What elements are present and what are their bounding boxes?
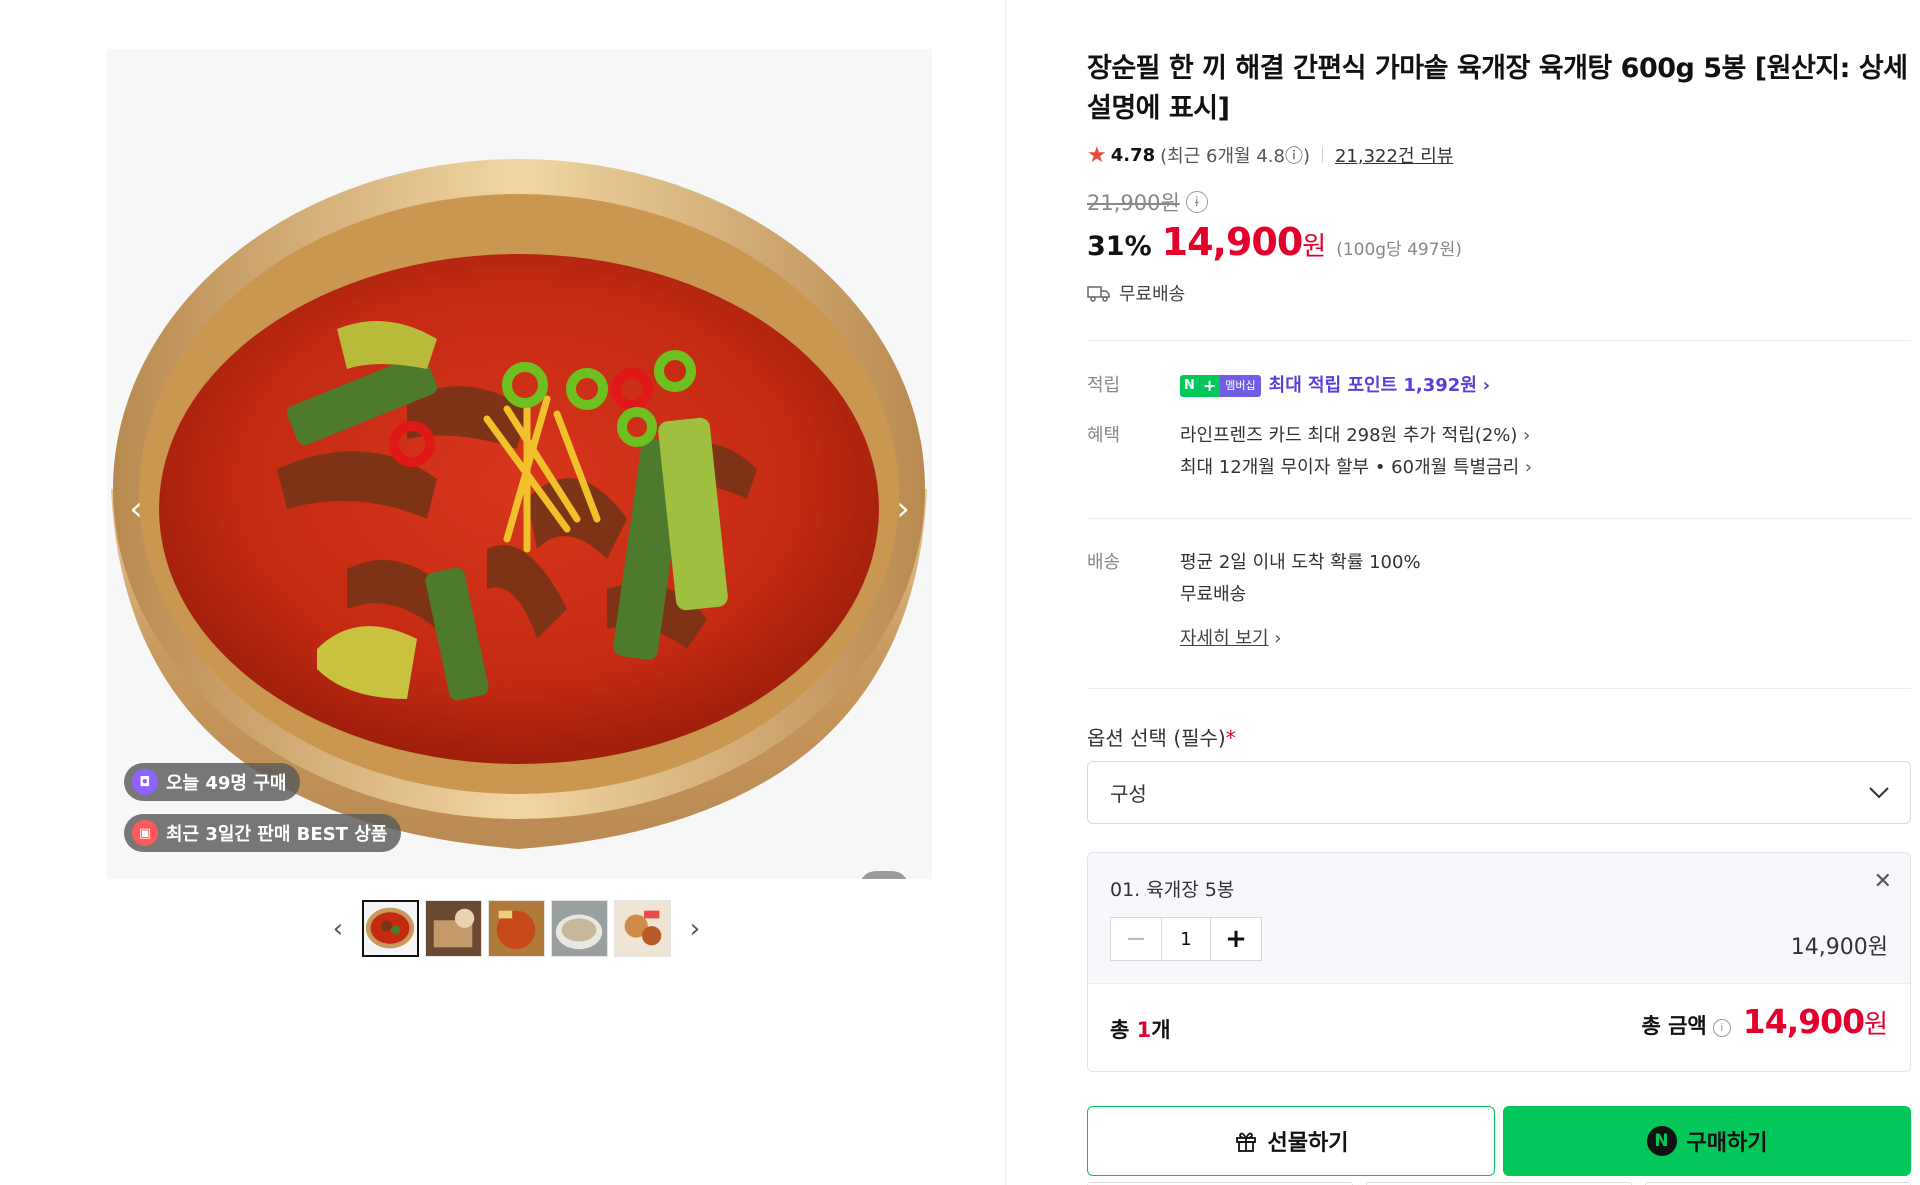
close-icon[interactable]: ✕ [1874,869,1892,894]
original-price-value: 21,900원 [1087,191,1180,215]
thumbnail-1[interactable] [362,900,419,957]
best-seller-badge: ▣ 최근 3일간 판매 BEST 상품 [124,814,402,852]
gift-box-icon: ▣ [132,820,158,846]
yukgaejang-bowl-image [107,49,932,879]
selected-option-item: 01. 육개장 5봉 ✕ − 1 + 14,900원 [1088,853,1910,983]
rating-divider [1321,147,1323,163]
delivery-detail-link[interactable]: 자세히 보기 › [1180,623,1421,655]
discount-rate: 31% [1087,231,1152,262]
thumbnail-food-image [552,901,607,956]
thumbnail-4[interactable] [551,900,608,957]
gift-button-label: 선물하기 [1267,1131,1349,1156]
main-product-image[interactable]: ‹ › ◘ 오늘 49명 구매 ▣ 최근 3일간 판매 BEST 상품 1 / … [107,49,932,879]
divider [1087,340,1911,341]
sale-price: 14,900 [1161,220,1304,264]
option-select[interactable]: 구성 [1087,761,1911,824]
star-icon: ★ [1087,142,1107,168]
points-label: 적립 [1087,375,1121,396]
delivery-row: 배송 평균 2일 이내 도착 확률 100% 무료배송 자세히 보기 › [1087,547,1421,655]
today-purchase-text: 오늘 49명 구매 [166,773,287,794]
divider [1087,688,1911,689]
installment-perk-link[interactable]: 최대 12개월 무이자 할부 • 60개월 특별금리 › [1180,452,1532,484]
total-amount-value: 14,900 [1742,1002,1865,1041]
product-title: 장순필 한 끼 해결 간편식 가마솥 육개장 육개탕 600g 5봉 [원산지:… [1087,53,1908,124]
total-row: 총 1개 총 금액 i 14,900 원 [1088,983,1910,1071]
total-amount-label: 총 금액 [1641,1014,1707,1038]
gift-button[interactable]: 선물하기 [1087,1106,1495,1176]
total-count: 총 1개 [1110,1018,1171,1042]
points-row: 적립 N + 멤버십 최대 적립 포인트 1,392원 › [1087,370,1490,402]
chevron-down-icon [1869,786,1889,798]
review-count-link[interactable]: 21,322건 리뷰 [1335,142,1453,168]
increase-button[interactable]: + [1211,918,1261,960]
today-purchase-badge: ◘ 오늘 49명 구매 [124,763,301,801]
sale-price-row: 31% 14,900 원 (100g당 497원) [1087,220,1462,264]
card-perk-link[interactable]: 라인프렌즈 카드 최대 298원 추가 적립(2%) › [1180,420,1532,452]
rating-row: ★ 4.78 (최근 6개월 4.8ⓘ) 21,322건 리뷰 [1087,142,1453,168]
info-icon[interactable]: i [1185,191,1208,213]
perks-label: 혜택 [1087,425,1121,446]
delivery-fee: 무료배송 [1180,584,1247,605]
info-icon[interactable]: i [1712,1018,1731,1037]
points-value: N + 멤버십 최대 적립 포인트 1,392원 › [1180,370,1490,402]
truck-icon [1087,286,1110,302]
perks-row: 혜택 라인프렌즈 카드 최대 298원 추가 적립(2%) › 최대 12개월 … [1087,420,1532,484]
thumbnail-food-image [615,901,670,956]
thumbnail-2[interactable] [425,900,482,957]
image-prev-arrow-icon[interactable]: ‹ [121,489,151,529]
sale-price-unit: 원 [1302,232,1327,262]
chevron-right-icon[interactable]: › [1483,375,1490,396]
npay-membership-logo: N + 멤버십 [1180,375,1261,397]
thumbnail-prev-chevron-icon[interactable]: ‹ [320,901,356,957]
thumbnail-strip: ‹ › [320,900,713,957]
thumbnail-3[interactable] [488,900,545,957]
recent-rating[interactable]: (최근 6개월 4.8ⓘ) [1160,142,1310,168]
selected-option-price: 14,900원 [1790,935,1888,960]
decrease-button[interactable]: − [1111,918,1161,960]
product-gallery: ‹ › ◘ 오늘 49명 구매 ▣ 최근 3일간 판매 BEST 상품 1 / … [0,0,1006,1185]
image-next-arrow-icon[interactable]: › [888,489,918,529]
shipping-text: 무료배송 [1119,284,1186,305]
gift-icon [1235,1132,1256,1152]
max-points-link[interactable]: 최대 적립 포인트 1,392원 [1269,375,1477,396]
original-price: 21,900원 i [1087,187,1208,217]
best-seller-text: 최근 3일간 판매 BEST 상품 [166,824,388,845]
quantity-stepper: − 1 + [1110,917,1262,961]
selected-option-name: 01. 육개장 5봉 [1110,879,1235,901]
thumbnail-food-image [489,901,544,956]
option-label: 옵션 선택 (필수)* [1087,726,1236,750]
chevron-right-icon: › [1524,457,1533,478]
buy-button-label: 구매하기 [1686,1131,1768,1156]
thumbnail-food-image [426,901,481,956]
chevron-right-icon: › [1274,628,1282,649]
divider [1087,518,1911,519]
thumbnail-next-chevron-icon[interactable]: › [677,901,713,957]
total-amount: 총 금액 i 14,900 원 [1641,1002,1888,1041]
quantity-value[interactable]: 1 [1161,918,1211,960]
naver-pay-icon: N [1646,1126,1677,1156]
required-mark: * [1225,726,1236,750]
buy-button[interactable]: N 구매하기 [1503,1106,1911,1176]
shipping-row: 무료배송 [1087,280,1185,306]
chevron-right-icon: › [1523,425,1531,446]
unit-price: (100g당 497원) [1336,240,1462,260]
shopping-bag-icon: ◘ [132,769,158,795]
thumbnail-bowl-image [364,902,417,955]
option-select-value: 구성 [1110,782,1147,806]
rating-score: 4.78 [1110,144,1156,166]
selected-option-box: 01. 육개장 5봉 ✕ − 1 + 14,900원 총 1개 총 금액 i 1… [1087,852,1911,1072]
total-amount-unit: 원 [1864,1010,1888,1040]
delivery-probability: 평균 2일 이내 도착 확률 100% [1180,552,1421,573]
delivery-label: 배송 [1087,552,1121,573]
thumbnail-5[interactable] [614,900,671,957]
